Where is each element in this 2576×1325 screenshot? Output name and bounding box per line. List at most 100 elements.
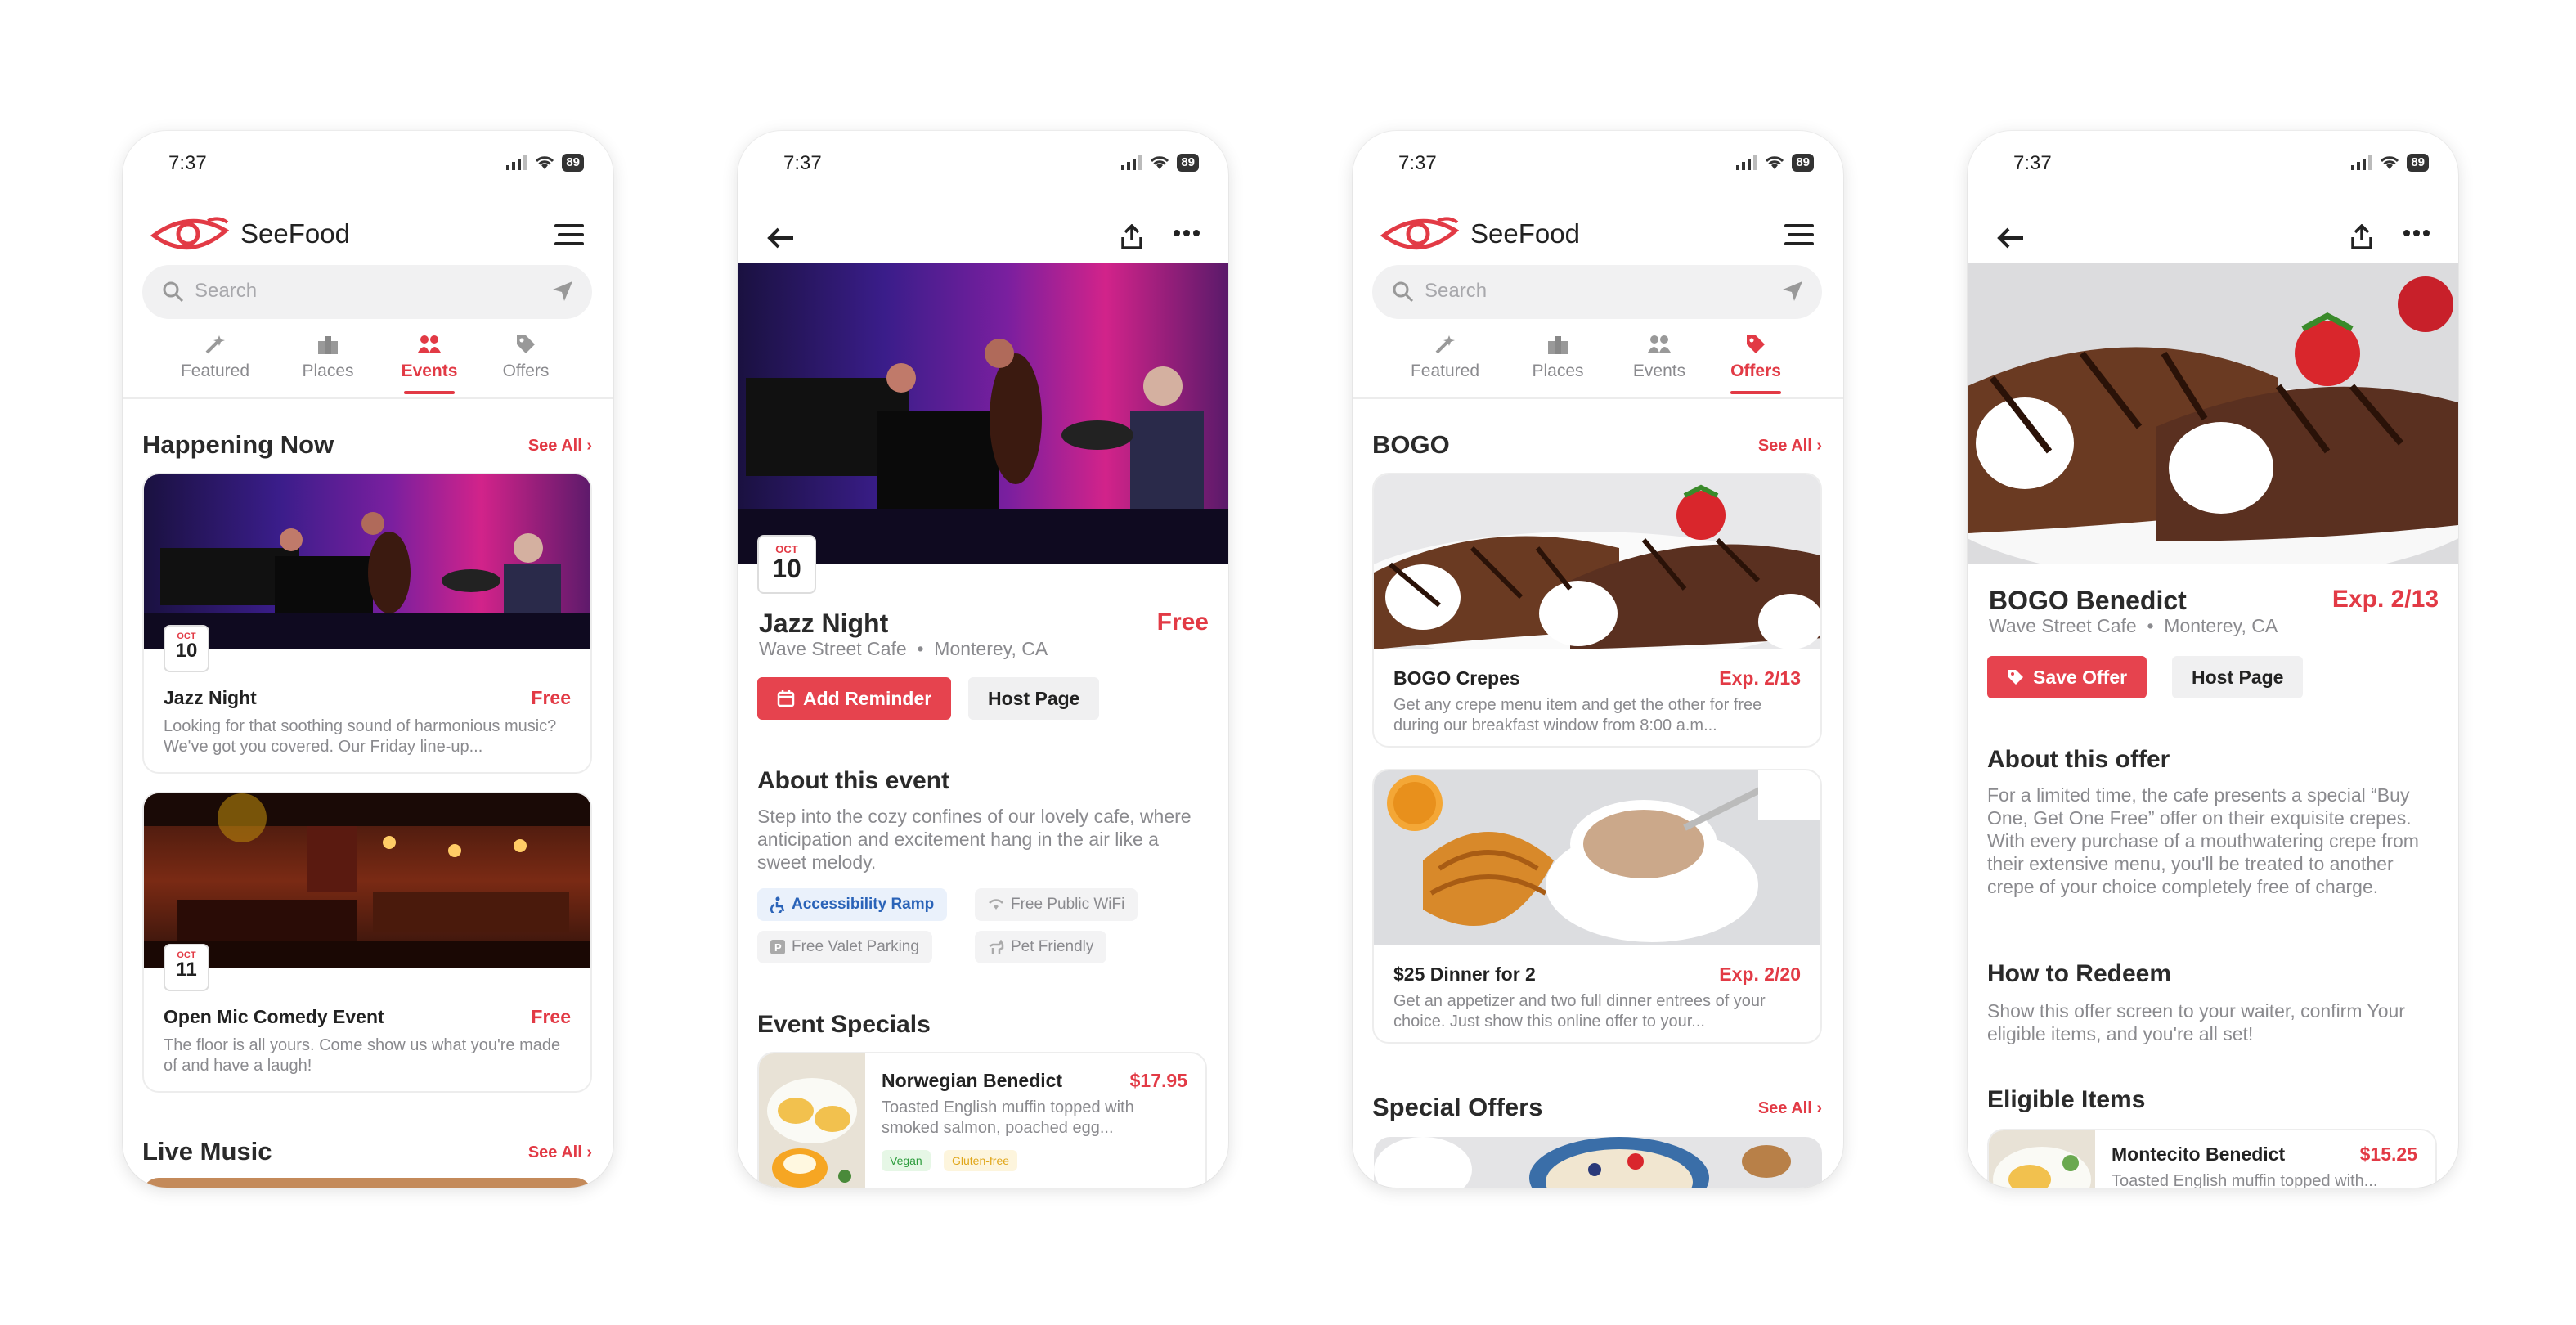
back-arrow-icon[interactable] <box>767 227 795 249</box>
battery-icon: 89 <box>1792 154 1814 172</box>
amenity-chip: Pet Friendly <box>975 931 1107 963</box>
special-price: $17.95 <box>1129 1070 1187 1091</box>
host-page-button[interactable]: Host Page <box>968 677 1100 720</box>
venue-name: Wave Street Cafe <box>759 638 907 659</box>
signal-icon <box>1121 155 1142 170</box>
save-offer-button[interactable]: Save Offer <box>1987 656 2147 698</box>
tab-featured[interactable]: Featured <box>1400 332 1490 381</box>
special-item-card[interactable]: Norwegian Benedict $17.95 Toasted Englis… <box>757 1052 1207 1188</box>
item-price: $15.25 <box>2359 1143 2417 1165</box>
tab-label: Events <box>1632 362 1686 380</box>
signal-icon <box>506 155 527 170</box>
tab-label: Offers <box>502 362 550 380</box>
event-card[interactable]: OCT 10 Jazz Night Free Looking for that s… <box>142 473 592 774</box>
see-all-label: See All <box>1757 1099 1812 1117</box>
event-desc: Looking for that soothing sound of harmo… <box>164 717 557 756</box>
item-desc: Toasted English muffin topped with... <box>2112 1172 2378 1188</box>
tab-offers[interactable]: Offers <box>1711 332 1801 394</box>
offer-card[interactable]: BOGO Crepes Exp. 2/13 Get any crepe menu… <box>1372 473 1822 748</box>
detail-app-bar <box>1968 201 2458 267</box>
crepes-hero-photo <box>1968 263 2458 564</box>
share-icon[interactable] <box>1120 224 1143 250</box>
offer-desc: Get any crepe menu item and get the othe… <box>1393 696 1762 734</box>
host-page-label: Host Page <box>988 687 1080 709</box>
see-all-link[interactable]: See All › <box>1758 437 1822 456</box>
app-logo[interactable]: SeeFood <box>150 214 350 254</box>
amenity-chip: Free Public WiFi <box>975 888 1138 921</box>
svg-text:P: P <box>774 941 782 954</box>
venue-location[interactable]: Wave Street Cafe • Monterey, CA <box>1989 615 2278 637</box>
more-options-icon[interactable] <box>1173 229 1200 237</box>
see-all-link[interactable]: See All › <box>528 1143 592 1162</box>
category-tabs: Featured Places Events Offers <box>1353 332 1843 399</box>
date-day: 10 <box>772 554 801 583</box>
benedict-photo <box>759 1053 865 1188</box>
see-all-label: See All <box>527 1143 582 1161</box>
see-all-label: See All <box>527 437 582 455</box>
location-arrow-icon[interactable] <box>551 280 574 303</box>
tab-offers[interactable]: Offers <box>481 332 571 381</box>
offer-expiry: Exp. 2/13 <box>2331 586 2439 613</box>
wheelchair-icon <box>770 896 785 913</box>
sparkle-icon <box>205 335 225 354</box>
tab-featured[interactable]: Featured <box>170 332 260 381</box>
about-text: For a limited time, the cafe presents a … <box>1987 784 2419 897</box>
next-card-preview <box>142 1178 592 1188</box>
tab-events[interactable]: Events <box>1614 332 1704 381</box>
tab-places[interactable]: Places <box>1513 332 1603 381</box>
eligible-item-card[interactable]: Montecito Benedict $15.25 Toasted Englis… <box>1987 1129 2437 1188</box>
signal-icon <box>1736 155 1757 170</box>
search-icon <box>163 281 184 303</box>
people-icon <box>1648 335 1671 353</box>
status-time: 7:37 <box>2013 152 2052 174</box>
share-icon[interactable] <box>2350 224 2373 250</box>
diet-tag-gluten-free: Gluten-free <box>944 1150 1018 1171</box>
tab-label: Featured <box>1410 362 1480 380</box>
diet-tag-vegan: Vegan <box>882 1150 931 1171</box>
host-page-button[interactable]: Host Page <box>2172 656 2304 698</box>
offer-expiry: Exp. 2/20 <box>1719 963 1801 985</box>
tab-places[interactable]: Places <box>283 332 373 381</box>
special-desc: Toasted English muffin topped with smoke… <box>882 1098 1134 1137</box>
app-logo[interactable]: SeeFood <box>1380 214 1580 254</box>
search-placeholder: Search <box>1425 280 1488 302</box>
event-title: Open Mic Comedy Event <box>164 1006 384 1027</box>
eye-logo-icon <box>1380 217 1459 250</box>
section-title-happening-now: Happening Now <box>142 430 334 459</box>
tag-icon <box>1747 335 1765 353</box>
amenity-label: Pet Friendly <box>1011 938 1094 955</box>
offer-desc: Get an appetizer and two full dinner ent… <box>1393 992 1766 1031</box>
see-all-link[interactable]: See All › <box>528 437 592 456</box>
section-title-bogo: BOGO <box>1372 430 1450 459</box>
status-bar: 7:37 89 <box>1353 131 1843 196</box>
phone-offers-list: 7:37 89 SeeFood Search Featured Places E… <box>1353 131 1843 1188</box>
amenity-label: Free Valet Parking <box>792 938 919 955</box>
back-arrow-icon[interactable] <box>1997 227 2025 249</box>
save-offer-label: Save Offer <box>2033 666 2128 688</box>
tab-label: Offers <box>1730 362 1781 380</box>
add-reminder-label: Add Reminder <box>803 687 932 709</box>
phone-events-list: 7:37 89 SeeFood Search Featured Places E… <box>123 131 613 1188</box>
about-title: About this event <box>757 767 950 794</box>
date-badge: OCT 10 <box>164 625 209 672</box>
buildings-icon <box>1548 336 1568 354</box>
date-day: 11 <box>176 959 197 981</box>
see-all-link[interactable]: See All › <box>1758 1099 1822 1118</box>
search-bar[interactable]: Search <box>1372 265 1822 319</box>
venue-location[interactable]: Wave Street Cafe • Monterey, CA <box>759 638 1048 660</box>
offer-card[interactable]: $25 Dinner for 2 Exp. 2/20 Get an appeti… <box>1372 769 1822 1044</box>
more-options-icon[interactable] <box>2403 229 2430 237</box>
tab-events[interactable]: Events <box>384 332 474 394</box>
hamburger-menu-icon[interactable] <box>1784 222 1814 247</box>
event-card[interactable]: OCT 11 Open Mic Comedy Event Free The flo… <box>142 792 592 1093</box>
event-title: Jazz Night <box>759 609 889 638</box>
search-bar[interactable]: Search <box>142 265 592 319</box>
status-time: 7:37 <box>783 152 822 174</box>
location-arrow-icon[interactable] <box>1781 280 1804 303</box>
jazz-hero-photo <box>738 263 1228 564</box>
hamburger-menu-icon[interactable] <box>554 222 584 247</box>
add-reminder-button[interactable]: Add Reminder <box>757 677 952 720</box>
search-icon <box>1393 281 1414 303</box>
status-time: 7:37 <box>1398 152 1437 174</box>
signal-icon <box>2351 155 2372 170</box>
